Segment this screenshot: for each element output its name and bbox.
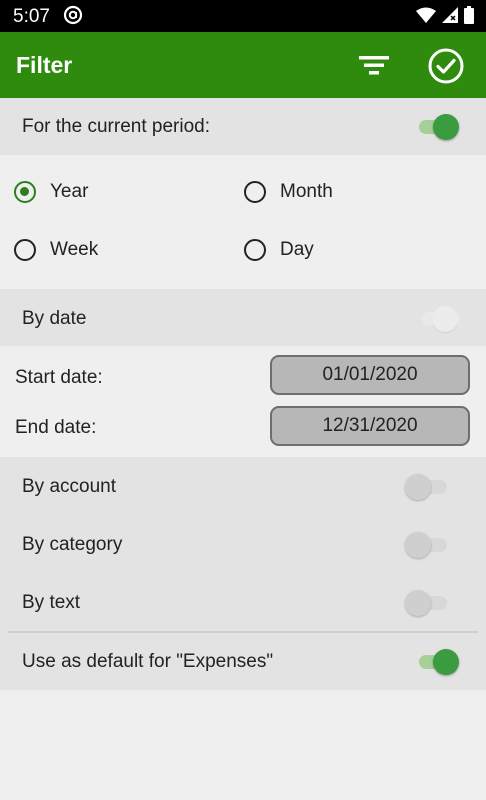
by-account-toggle[interactable] <box>405 472 451 500</box>
current-period-label: For the current period: <box>22 116 210 137</box>
end-date-button[interactable]: 12/31/2020 <box>270 406 470 446</box>
divider <box>8 631 478 633</box>
start-date-button[interactable]: 01/01/2020 <box>270 355 470 395</box>
radio-year[interactable]: Year <box>14 181 88 203</box>
start-date-label: Start date: <box>15 367 103 388</box>
radio-button[interactable] <box>244 239 266 261</box>
page-title: Filter <box>16 52 73 78</box>
status-time: 5:07 <box>13 6 50 27</box>
app-bar: Filter <box>0 32 486 98</box>
battery-icon <box>464 6 474 30</box>
signal-icon <box>442 7 458 29</box>
radio-button-selected[interactable] <box>14 181 36 203</box>
by-date-row: By date <box>0 289 486 346</box>
confirm-check-icon[interactable] <box>427 47 465 85</box>
filter-icon[interactable] <box>356 49 392 81</box>
radio-month-label: Month <box>280 181 333 202</box>
radio-day-label: Day <box>280 239 314 260</box>
by-date-toggle[interactable] <box>418 304 464 332</box>
by-text-toggle[interactable] <box>405 588 451 616</box>
current-period-toggle[interactable] <box>415 112 461 140</box>
wifi-icon <box>416 7 436 29</box>
radio-button[interactable] <box>14 239 36 261</box>
by-category-toggle[interactable] <box>405 530 451 558</box>
current-period-row: For the current period: <box>0 98 486 155</box>
radio-week-label: Week <box>50 239 99 260</box>
radio-button[interactable] <box>244 181 266 203</box>
radio-month[interactable]: Month <box>244 181 333 203</box>
by-date-label: By date <box>22 308 87 329</box>
default-expenses-toggle[interactable] <box>415 647 461 675</box>
sync-icon <box>63 5 83 25</box>
by-category-label: By category <box>22 534 123 555</box>
radio-week[interactable]: Week <box>14 239 98 261</box>
by-account-label: By account <box>22 476 116 497</box>
filters-section: By account By category By text Use as de… <box>0 457 486 690</box>
by-text-label: By text <box>22 592 81 613</box>
status-bar: 5:07 <box>0 0 486 32</box>
end-date-label: End date: <box>15 417 97 438</box>
default-expenses-label: Use as default for "Expenses" <box>22 651 274 672</box>
radio-day[interactable]: Day <box>244 239 314 261</box>
radio-year-label: Year <box>50 181 89 202</box>
